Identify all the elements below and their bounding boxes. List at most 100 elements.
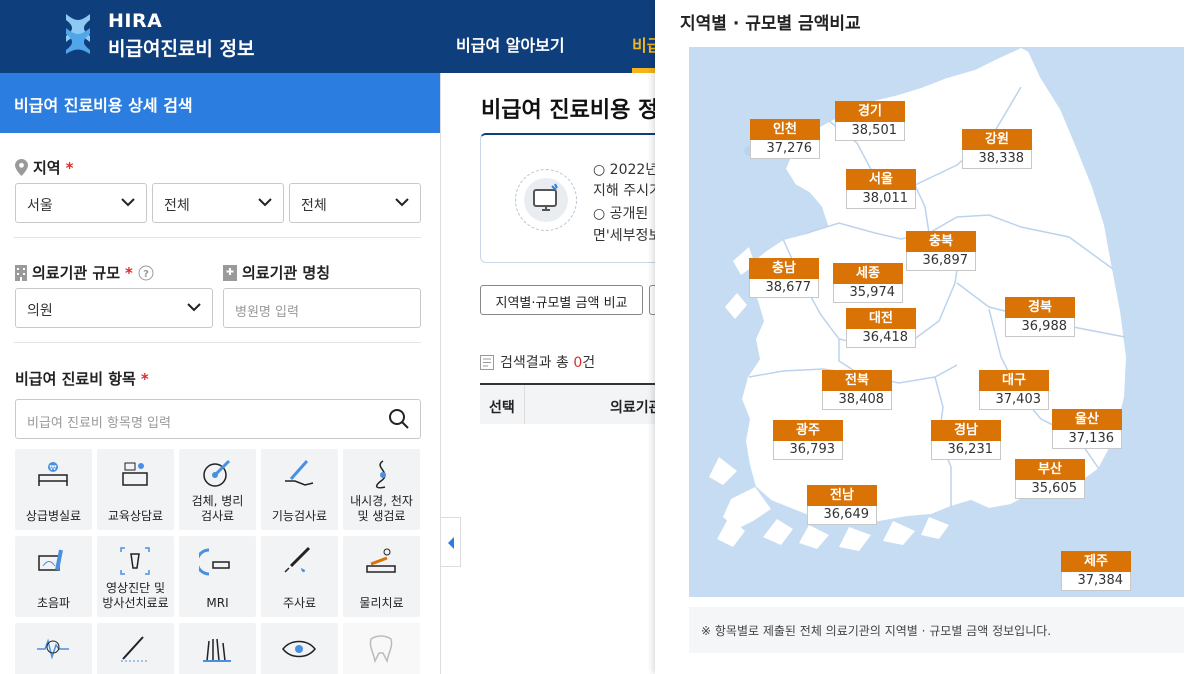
region-badge[interactable]: 인천 37,276 (750, 119, 820, 159)
logo-title[interactable]: HIRA (108, 10, 162, 32)
scale-select-value: 의원 (27, 303, 53, 319)
region-value: 38,677 (749, 279, 819, 298)
location-pin-icon (15, 159, 28, 176)
region-value: 38,338 (962, 150, 1032, 169)
item-category-14[interactable] (261, 623, 338, 674)
surgery-icon (121, 636, 149, 662)
section-divider (14, 237, 421, 238)
chevron-down-icon (395, 198, 409, 207)
logo-subtitle[interactable]: 비급여진료비 정보 (108, 34, 254, 61)
region-badge[interactable]: 충남 38,677 (749, 258, 819, 298)
region-badge[interactable]: 대구 37,403 (979, 370, 1049, 410)
result-count: 0 (573, 355, 583, 371)
region-badge[interactable]: 부산 35,605 (1015, 459, 1085, 499)
region-value: 36,418 (846, 329, 916, 348)
region-select-dong[interactable]: 전체 (289, 183, 421, 223)
info-line: 지해 주시기 (593, 183, 662, 199)
region-value: 37,384 (1061, 572, 1131, 591)
endoscope-icon (375, 460, 386, 489)
counseling-icon (122, 462, 148, 486)
hira-logo-icon[interactable] (62, 12, 94, 56)
result-summary: 검색결과 총 0건 (480, 352, 595, 372)
item-category-15[interactable] (343, 623, 420, 674)
region-name: 대전 (846, 308, 916, 329)
region-badge[interactable]: 제주 37,384 (1061, 551, 1131, 591)
region-badge[interactable]: 울산 37,136 (1052, 409, 1122, 449)
specimen-icon (203, 459, 231, 487)
info-line: 면'세부정보 (593, 228, 662, 244)
nav-about-noncovered[interactable]: 비급여 알아보기 (456, 32, 565, 56)
item-label: 비급여 진료비 항목 (15, 370, 136, 388)
item-category-label: MRI (206, 596, 229, 610)
region-badge[interactable]: 광주 36,793 (773, 420, 843, 460)
hospital-bed-icon: ₩ (38, 462, 68, 486)
region-name: 서울 (846, 169, 916, 190)
hair-icon (203, 638, 231, 662)
region-name: 충남 (749, 258, 819, 279)
help-icon[interactable]: ? (138, 265, 154, 281)
region-badge[interactable]: 세종 35,974 (833, 263, 903, 303)
region-badge[interactable]: 경북 36,988 (1005, 297, 1075, 337)
monitor-icon (533, 183, 558, 211)
scale-select[interactable]: 의원 (15, 288, 213, 328)
item-category-label: 교육상담료 (107, 509, 164, 523)
compare-region-scale-button[interactable]: 지역별·규모별 금액 비교 (480, 285, 643, 315)
region-value: 36,793 (773, 441, 843, 460)
building-icon (15, 264, 27, 281)
tooth-icon (369, 635, 393, 663)
region-badge[interactable]: 경남 36,231 (931, 420, 1001, 460)
item-category-8[interactable]: MRI (179, 536, 256, 617)
item-category-6[interactable]: 초음파 (15, 536, 92, 617)
item-category-label: 초음파 (36, 596, 71, 610)
item-category-12[interactable] (97, 623, 174, 674)
item-category-5[interactable]: 내시경, 천자 및 생검료 (343, 449, 420, 530)
item-category-10[interactable]: 물리치료 (343, 536, 420, 617)
item-category-11[interactable] (15, 623, 92, 674)
result-prefix: 검색결과 총 (500, 355, 574, 371)
chevron-down-icon (187, 303, 201, 312)
item-category-1[interactable]: ₩ 상급병실료 (15, 449, 92, 530)
nav-active-indicator (632, 68, 655, 73)
item-category-7[interactable]: 영상진단 및 방사선치료료 (97, 536, 174, 617)
region-badge[interactable]: 대전 36,418 (846, 308, 916, 348)
item-search-placeholder: 비급여 진료비 항목명 입력 (27, 416, 171, 431)
region-value: 37,136 (1052, 430, 1122, 449)
region-badge[interactable]: 경기 38,501 (835, 101, 905, 141)
search-icon[interactable] (388, 408, 410, 430)
sidebar-title: 비급여 진료비용 상세 검색 (0, 73, 440, 133)
svg-text:?: ? (143, 269, 149, 280)
region-badge[interactable]: 전남 36,649 (807, 485, 877, 525)
region-select-dong-value: 전체 (301, 198, 327, 214)
item-category-label: 주사료 (282, 596, 317, 610)
region-select-city-value: 서울 (27, 198, 53, 214)
result-table-header: 선택 의료기관 (480, 383, 680, 424)
region-name: 세종 (833, 263, 903, 284)
region-name: 인천 (750, 119, 820, 140)
region-select-city[interactable]: 서울 (15, 183, 147, 223)
sidebar-collapse-button[interactable] (441, 517, 461, 567)
region-label: 지역 (33, 159, 61, 177)
item-category-3[interactable]: 검체, 병리 검사료 (179, 449, 256, 530)
item-category-13[interactable] (179, 623, 256, 674)
heartbeat-icon (37, 638, 69, 660)
region-badge[interactable]: 충북 36,897 (906, 231, 976, 271)
hospital-name-input[interactable]: 병원명 입력 (223, 288, 421, 328)
required-mark: * (65, 158, 74, 177)
region-badge[interactable]: 전북 38,408 (822, 370, 892, 410)
region-name: 전북 (822, 370, 892, 391)
item-category-2[interactable]: 교육상담료 (97, 449, 174, 530)
name-label: 의료기관 명칭 (242, 264, 331, 282)
item-search-input[interactable]: 비급여 진료비 항목명 입력 (15, 399, 421, 439)
eye-icon (282, 640, 316, 658)
item-category-9[interactable]: 주사료 (261, 536, 338, 617)
region-badge[interactable]: 서울 38,011 (846, 169, 916, 209)
col-select: 선택 (489, 400, 515, 416)
required-mark: * (140, 369, 149, 388)
item-category-4[interactable]: 기능검사료 (261, 449, 338, 530)
region-select-district[interactable]: 전체 (152, 183, 284, 223)
region-name: 제주 (1061, 551, 1131, 572)
region-value: 38,011 (846, 190, 916, 209)
region-label-row: 지역 * (15, 157, 73, 178)
region-badge[interactable]: 강원 38,338 (962, 129, 1032, 169)
region-name: 경북 (1005, 297, 1075, 318)
